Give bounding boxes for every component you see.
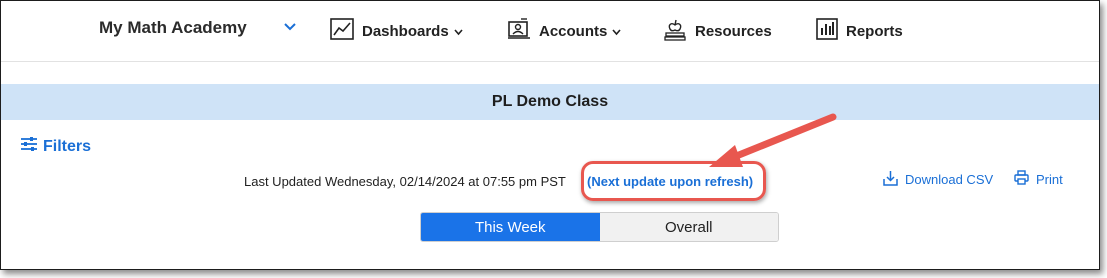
class-banner: PL Demo Class — [1, 84, 1099, 120]
nav-reports-label: Reports — [846, 22, 903, 40]
reports-icon — [816, 18, 838, 44]
nav-accounts[interactable]: Accounts — [507, 17, 621, 45]
last-updated-text: Last Updated Wednesday, 02/14/2024 at 07… — [244, 174, 566, 189]
view-toggle: This Week Overall — [420, 212, 779, 242]
annotation-arrow-icon — [709, 113, 837, 167]
nav-dashboards-label: Dashboards — [362, 22, 449, 40]
print-button[interactable]: Print — [1014, 170, 1063, 188]
chevron-down-icon — [454, 23, 463, 40]
nav-accounts-label: Accounts — [539, 22, 608, 40]
accounts-icon — [507, 17, 531, 45]
class-title: PL Demo Class — [491, 93, 609, 110]
resources-icon — [663, 16, 687, 46]
download-csv-label: Download CSV — [905, 172, 994, 187]
nav-resources-label: Resources — [695, 22, 772, 40]
filters-label: Filters — [43, 137, 92, 155]
top-navigation: My Math Academy Dashboards Accounts Reso… — [1, 1, 1099, 62]
brand-name: My Math Academy — [99, 18, 247, 37]
chevron-down-icon[interactable] — [283, 19, 297, 37]
tab-this-week[interactable]: This Week — [421, 213, 600, 241]
sliders-icon — [20, 136, 38, 157]
nav-dashboards[interactable]: Dashboards — [330, 18, 463, 44]
chart-icon — [330, 18, 354, 44]
printer-icon — [1014, 170, 1029, 188]
tab-overall[interactable]: Overall — [599, 213, 778, 241]
nav-reports[interactable]: Reports — [816, 18, 903, 44]
download-csv-button[interactable]: Download CSV — [883, 170, 993, 189]
chevron-down-icon — [612, 23, 621, 40]
nav-resources[interactable]: Resources — [663, 19, 772, 43]
download-icon — [883, 170, 898, 189]
app-window: My Math Academy Dashboards Accounts Reso… — [0, 0, 1100, 270]
filters-button[interactable]: Filters — [20, 136, 91, 157]
print-label: Print — [1036, 171, 1063, 187]
